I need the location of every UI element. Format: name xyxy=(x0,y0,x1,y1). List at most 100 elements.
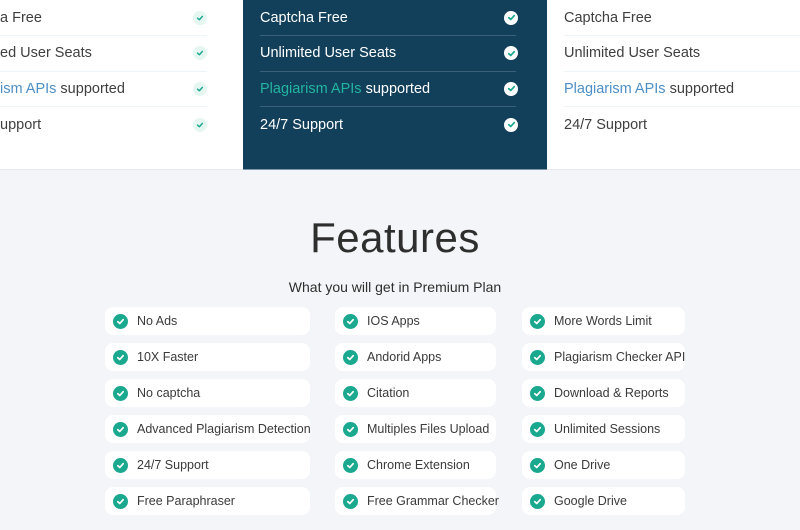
feature-item-label: Free Grammar Checker xyxy=(367,494,499,508)
plan-feature-text: ism APIs supported xyxy=(0,81,125,97)
check-circle-icon xyxy=(113,349,128,365)
check-circle-icon xyxy=(530,457,545,473)
feature-item: Download & Reports xyxy=(522,379,685,407)
check-circle-icon xyxy=(530,385,545,401)
features-column-2: IOS Apps Andorid Apps Citation Multiples Fi… xyxy=(335,307,499,523)
check-circle-icon xyxy=(530,421,545,437)
pricing-section: a Free ed User Seats ism APIs supported … xyxy=(0,0,800,170)
plan-feature-row: a Free xyxy=(0,0,207,36)
feature-label: 24/7 Support xyxy=(260,116,344,133)
check-circle-icon xyxy=(530,313,545,329)
feature-item: Free Grammar Checker xyxy=(335,487,499,515)
feature-item-label: One Drive xyxy=(554,458,611,472)
feature-label: upport xyxy=(0,116,42,133)
feature-label: Captcha Free xyxy=(260,9,348,26)
plan-feature-text: a Free xyxy=(0,10,42,26)
feature-item: Advanced Plagiarism Detection xyxy=(105,415,311,443)
feature-item-label: Download & Reports xyxy=(554,386,669,400)
feature-label: supported xyxy=(665,80,735,97)
feature-item: No captcha xyxy=(105,379,310,407)
check-circle-icon xyxy=(504,46,518,61)
feature-highlight-link[interactable]: Plagiarism APIs xyxy=(564,81,666,97)
feature-item: Free Paraphraser xyxy=(105,487,310,515)
plan-feature-row: Plagiarism APIs supported xyxy=(260,72,518,107)
check-circle-icon xyxy=(193,81,207,96)
feature-highlight-link[interactable]: Plagiarism APIs xyxy=(260,81,362,97)
plan-feature-text: Plagiarism APIs supported xyxy=(260,81,430,97)
feature-label: supported xyxy=(361,80,431,97)
check-circle-icon xyxy=(530,493,545,509)
plan-feature-list: Captcha Free Unlimited User Seats Plagia… xyxy=(260,0,518,143)
plan-feature-text: upport xyxy=(0,117,41,133)
check-circle-icon xyxy=(343,349,358,365)
feature-item-label: Google Drive xyxy=(554,494,627,508)
pricing-plan-featured: Captcha Free Unlimited User Seats Plagia… xyxy=(243,0,547,170)
check-circle-icon xyxy=(504,10,518,25)
check-circle-icon xyxy=(343,493,358,509)
plan-feature-row: 24/7 Support xyxy=(260,107,518,143)
feature-item-label: Plagiarism Checker API xyxy=(554,350,686,364)
check-circle-icon xyxy=(343,385,358,401)
plan-feature-list: a Free ed User Seats ism APIs supported … xyxy=(0,0,207,143)
features-column-1: No Ads 10X Faster No captcha Advanced Plagi… xyxy=(105,307,311,523)
feature-item: Chrome Extension xyxy=(335,451,496,479)
feature-highlight-link[interactable]: ism APIs xyxy=(0,81,56,97)
plan-feature-row: upport xyxy=(0,107,207,143)
feature-label: Unlimited User Seats xyxy=(564,45,701,62)
feature-item-label: Citation xyxy=(367,386,410,400)
check-circle-icon xyxy=(193,117,207,132)
check-circle-icon xyxy=(343,313,358,329)
features-column-3: More Words Limit Plagiarism Checker API Do… xyxy=(522,307,685,523)
pricing-plan-left: a Free ed User Seats ism APIs supported … xyxy=(0,0,242,170)
feature-item-label: Multiples Files Upload xyxy=(367,422,490,436)
check-circle-icon xyxy=(113,421,128,437)
feature-label: 24/7 Support xyxy=(564,116,648,133)
feature-item: Citation xyxy=(335,379,496,407)
check-circle-icon xyxy=(504,117,518,132)
check-circle-icon xyxy=(113,385,128,401)
feature-item: Andorid Apps xyxy=(335,343,496,371)
feature-item: Multiples Files Upload xyxy=(335,415,496,443)
feature-item-label: 10X Faster xyxy=(137,350,199,364)
plan-feature-row: 24/7 Support xyxy=(564,107,800,143)
plan-feature-list: Captcha Free Unlimited User Seats Plagia… xyxy=(564,0,800,143)
feature-item-label: 24/7 Support xyxy=(137,458,209,472)
check-circle-icon xyxy=(113,457,128,473)
check-circle-icon xyxy=(343,421,358,437)
feature-item: IOS Apps xyxy=(335,307,496,335)
feature-item-label: Advanced Plagiarism Detection xyxy=(137,422,311,436)
check-circle-icon xyxy=(113,313,128,329)
feature-item: Plagiarism Checker API xyxy=(522,343,685,371)
feature-item-label: Free Paraphraser xyxy=(137,494,235,508)
plan-feature-row: Unlimited User Seats xyxy=(564,36,800,72)
check-circle-icon xyxy=(343,457,358,473)
feature-item: More Words Limit xyxy=(522,307,685,335)
check-circle-icon xyxy=(113,493,128,509)
feature-item: 24/7 Support xyxy=(105,451,310,479)
feature-label: Unlimited User Seats xyxy=(260,45,397,62)
plan-feature-row: Plagiarism APIs supported xyxy=(564,72,800,107)
plan-feature-row: Unlimited User Seats xyxy=(260,36,518,72)
check-circle-icon xyxy=(504,81,518,96)
plan-feature-text: ed User Seats xyxy=(0,45,92,61)
feature-item-label: IOS Apps xyxy=(367,314,420,328)
feature-item-label: Chrome Extension xyxy=(367,458,470,472)
plan-feature-row: ed User Seats xyxy=(0,36,207,72)
feature-item-label: No Ads xyxy=(137,314,178,328)
feature-item-label: Andorid Apps xyxy=(367,350,442,364)
plan-feature-text: Plagiarism APIs supported xyxy=(564,81,734,97)
plan-feature-row: ism APIs supported xyxy=(0,72,207,107)
feature-label: Captcha Free xyxy=(564,9,652,26)
feature-label: ed User Seats xyxy=(0,45,92,62)
check-circle-icon xyxy=(530,349,545,365)
plan-feature-row: Captcha Free xyxy=(564,0,800,36)
check-circle-icon xyxy=(193,10,207,25)
features-title: Features xyxy=(310,214,480,261)
feature-item: Unlimited Sessions xyxy=(522,415,685,443)
feature-item-label: Unlimited Sessions xyxy=(554,422,661,436)
plan-feature-row: Captcha Free xyxy=(260,0,518,36)
feature-label: a Free xyxy=(0,9,42,26)
feature-item: 10X Faster xyxy=(105,343,310,371)
feature-item-label: More Words Limit xyxy=(554,314,652,328)
feature-item: No Ads xyxy=(105,307,310,335)
